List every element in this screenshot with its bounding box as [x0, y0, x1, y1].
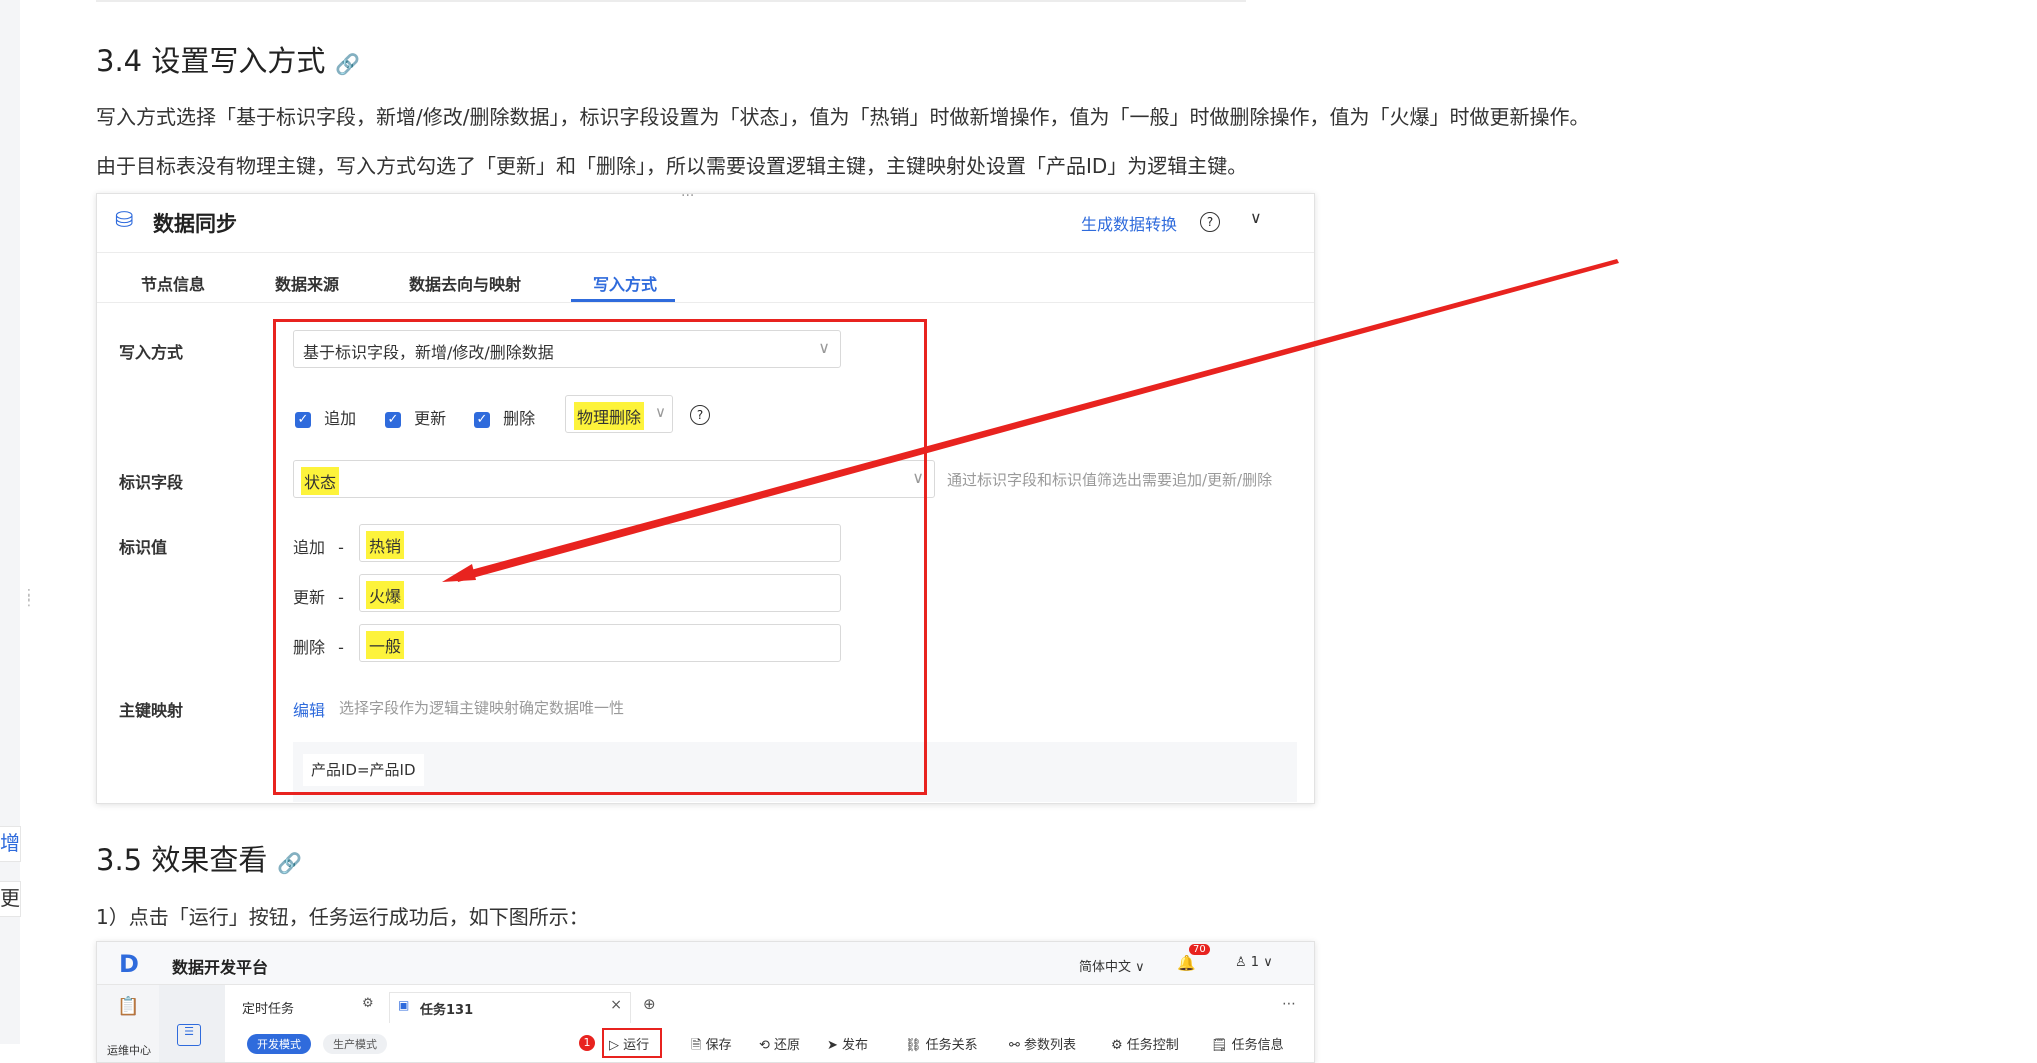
arrow-head [442, 564, 476, 582]
mode-dev[interactable]: 开发模式 [247, 1034, 311, 1054]
restore-label: 还原 [774, 1038, 801, 1053]
app-logo-icon: D [119, 950, 139, 978]
anchor-link-icon[interactable]: 🔗 [277, 851, 302, 875]
screenshot-dev-platform: D 数据开发平台 简体中文 ∨ 🔔 70 ♙ 1 ∨ 📋 运维中心 ☰ 定时任务… [96, 941, 1315, 1063]
language-select[interactable]: 简体中文 ∨ [1079, 956, 1145, 975]
task-info-label: 任务信息 [1231, 1038, 1284, 1053]
user-icon: ♙ [1235, 955, 1247, 970]
section-title: 3.5 效果查看 [96, 843, 268, 877]
arrow-shaft [456, 259, 1619, 582]
save-label: 保存 [705, 1038, 732, 1053]
app-title: 数据开发平台 [172, 958, 269, 977]
task-tab-label: 任务131 [420, 1003, 474, 1018]
run-label: 运行 [623, 1038, 650, 1053]
language-value: 简体中文 [1079, 960, 1132, 975]
save-button[interactable]: 🗎 保存 [691, 1034, 732, 1058]
task-control-label: 任务控制 [1126, 1038, 1179, 1053]
task-icon[interactable]: ☰ [177, 1024, 201, 1046]
ops-center-label[interactable]: 运维中心 [107, 1042, 151, 1058]
gear-icon[interactable]: ⚙ [362, 996, 374, 1011]
publish-label: 发布 [842, 1038, 869, 1053]
clipboard-icon[interactable]: 📋 [117, 996, 139, 1017]
close-icon[interactable]: × [610, 997, 622, 1013]
section-heading-3-5: 3.5 效果查看 🔗 [96, 837, 302, 879]
task-tab-icon: ▣ [398, 998, 410, 1012]
task-relation-label: 任务关系 [925, 1038, 978, 1053]
paragraph-3: 1）点击「运行」按钮，任务运行成功后，如下图所示： [96, 905, 589, 929]
step-badge: 1 [579, 1035, 595, 1051]
tab-task-active[interactable]: ▣ 任务131 × [389, 992, 631, 1023]
annotation-arrow [442, 259, 1619, 582]
param-list-label: 参数列表 [1024, 1038, 1077, 1053]
add-tab-icon[interactable]: ⊕ [643, 995, 656, 1013]
tab-scheduled[interactable]: 定时任务 [242, 998, 294, 1017]
user-menu[interactable]: ♙ 1 ∨ [1235, 955, 1273, 970]
more-icon[interactable]: ⋯ [1282, 996, 1296, 1012]
bell-icon[interactable]: 🔔 [1177, 954, 1196, 972]
user-name: 1 [1250, 955, 1260, 970]
mode-prod[interactable]: 生产模式 [323, 1034, 387, 1054]
notification-badge: 70 [1189, 944, 1210, 955]
